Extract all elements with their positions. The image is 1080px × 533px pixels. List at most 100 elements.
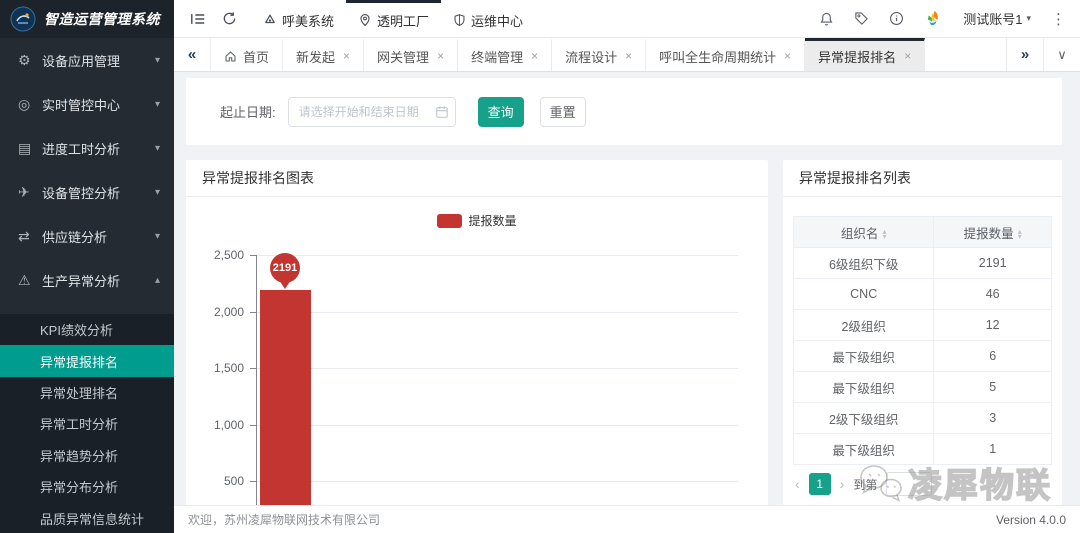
sidebar-submenu: KPI绩效分析异常提报排名异常处理排名异常工时分析异常趋势分析异常分布分析品质异… (0, 314, 174, 533)
sidebar-group-供应链分析[interactable]: ⇄供应链分析▾ (0, 214, 174, 258)
sidebar-subitem-KPI绩效分析[interactable]: KPI绩效分析 (0, 314, 174, 345)
chevron-down-icon: ∨ (1057, 47, 1067, 63)
refresh-icon[interactable] (222, 11, 237, 26)
chart-gridline (256, 312, 738, 313)
current-page-button[interactable]: 1 (809, 473, 831, 495)
supply-icon: ⇄ (18, 228, 42, 245)
table-cell: 6 (934, 341, 1052, 372)
user-menu[interactable]: 测试账号1 ▾ (963, 9, 1031, 28)
caret-down-icon: ▾ (882, 234, 886, 239)
date-range-wrap (288, 97, 456, 127)
topbar: 呼美系统透明工厂运维中心 测试账号1 ▾ (174, 0, 1080, 38)
chart-ytick-label: 1,000 (186, 418, 244, 432)
sidebar-subitem-异常处理排名[interactable]: 异常处理排名 (0, 377, 174, 408)
jump-page-input[interactable] (886, 472, 932, 496)
sidebar-subitem-异常工时分析[interactable]: 异常工时分析 (0, 408, 174, 439)
tab-首页[interactable]: 首页 (211, 38, 283, 71)
info-icon[interactable] (889, 11, 904, 26)
sort-icon[interactable]: ▴▾ (1018, 229, 1022, 239)
app-title: 智造运营管理系统 (44, 9, 160, 29)
table-cell: 2级组织 (794, 310, 934, 341)
sidebar-group-label: 生产异常分析 (42, 271, 155, 290)
caret-up-icon: ▴ (155, 275, 160, 286)
tab-流程设计[interactable]: 流程设计× (552, 38, 646, 71)
topbar-nav: 呼美系统透明工厂运维中心 (251, 0, 535, 37)
chevron-down-icon: ▾ (1026, 13, 1031, 24)
chart-ytick-label: 1,500 (186, 361, 244, 375)
sidebar-group-label: 设备应用管理 (42, 51, 155, 70)
table-cell: 2级下级组织 (794, 403, 934, 434)
sidebar-subitem-异常趋势分析[interactable]: 异常趋势分析 (0, 440, 174, 471)
date-range-label: 起止日期: (220, 102, 276, 121)
tabs-bar: « 首页新发起×网关管理×终端管理×流程设计×呼叫全生命周期统计×异常提报排名×… (174, 38, 1080, 72)
tab-新发起[interactable]: 新发起× (283, 38, 364, 71)
close-icon[interactable]: × (784, 49, 791, 63)
rank-table-header-row: 组织名▴▾ 提报数量 ▴▾ (794, 217, 1052, 248)
prev-page-icon[interactable]: ‹ (795, 476, 800, 492)
close-icon[interactable]: × (531, 49, 538, 63)
tabs-scroll-right-button[interactable]: » (1006, 38, 1043, 71)
chart-data-label: 2191 (270, 253, 300, 283)
column-header-提报数量[interactable]: 提报数量 ▴▾ (934, 217, 1052, 248)
topnav-透明工厂[interactable]: 透明工厂 (346, 0, 441, 37)
tab-呼叫全生命周期统计[interactable]: 呼叫全生命周期统计× (646, 38, 805, 71)
column-header-组织名[interactable]: 组织名▴▾ (794, 217, 934, 248)
sidebar-subitem-异常提报排名[interactable]: 异常提报排名 (0, 345, 174, 376)
bell-icon[interactable] (819, 11, 834, 27)
collapse-menu-icon[interactable] (190, 12, 206, 26)
tab-异常提报排名[interactable]: 异常提报排名× (805, 38, 925, 71)
date-range-input[interactable] (288, 97, 456, 127)
monitor-icon: ◎ (18, 96, 42, 113)
topnav-呼美系统[interactable]: 呼美系统 (251, 0, 346, 37)
pagination: ‹ 1 › 到第 (795, 472, 932, 496)
close-icon[interactable]: × (625, 49, 632, 63)
close-icon[interactable]: × (437, 49, 444, 63)
close-icon[interactable]: × (343, 49, 350, 63)
chart-bar[interactable] (260, 290, 311, 533)
rocket-icon: ✈ (18, 184, 42, 201)
caret-down-icon: ▾ (155, 99, 160, 110)
chart-data-label-tail (279, 280, 291, 295)
table-cell: 2191 (934, 248, 1052, 279)
sidebar-group-实时管控中心[interactable]: ◎实时管控中心▾ (0, 82, 174, 126)
topnav-label: 呼美系统 (282, 11, 334, 30)
tabs-scroll-left-button[interactable]: « (174, 38, 211, 71)
table-cell: 最下级组织 (794, 341, 934, 372)
sidebar-group-进度工时分析[interactable]: ▤进度工时分析▾ (0, 126, 174, 170)
sidebar-subitem-品质异常信息统计[interactable]: 品质异常信息统计 (0, 502, 174, 533)
tab-终端管理[interactable]: 终端管理× (458, 38, 552, 71)
shield-icon (453, 13, 466, 27)
sidebar-menu: ⚙设备应用管理▾◎实时管控中心▾▤进度工时分析▾✈设备管控分析▾⇄供应链分析▾⚠… (0, 38, 174, 302)
table-row: 最下级组织1 (794, 434, 1052, 465)
reset-button[interactable]: 重置 (540, 97, 586, 127)
sidebar-group-生产异常分析[interactable]: ⚠生产异常分析▴ (0, 258, 174, 302)
chart-gridline (256, 368, 738, 369)
more-options-icon[interactable]: ⋮ (1051, 10, 1066, 28)
tabs-collapse-button[interactable]: ∨ (1043, 38, 1080, 71)
chart-ytick-label: 2,000 (186, 305, 244, 319)
legend-label: 提报数量 (468, 212, 516, 229)
caret-down-icon: ▾ (155, 231, 160, 242)
tag-icon[interactable] (854, 11, 869, 26)
calendar-icon (435, 105, 449, 122)
chart-legend[interactable]: 提报数量 (186, 212, 768, 229)
sidebar-group-设备管控分析[interactable]: ✈设备管控分析▾ (0, 170, 174, 214)
welcome-text: 欢迎，苏州凌犀物联网技术有限公司 (188, 511, 380, 528)
table-row: CNC46 (794, 279, 1052, 310)
close-icon[interactable]: × (904, 49, 911, 63)
column-header-label: 提报数量 (964, 227, 1014, 241)
table-row: 2级下级组织3 (794, 403, 1052, 434)
sidebar-group-label: 实时管控中心 (42, 95, 155, 114)
brand-flame-icon (924, 9, 943, 28)
sidebar-group-设备应用管理[interactable]: ⚙设备应用管理▾ (0, 38, 174, 82)
search-button[interactable]: 查询 (478, 97, 524, 127)
table-cell: 最下级组织 (794, 372, 934, 403)
tab-网关管理[interactable]: 网关管理× (364, 38, 458, 71)
rank-list-title: 异常提报排名列表 (783, 160, 1062, 197)
sort-icon[interactable]: ▴▾ (882, 229, 886, 239)
tab-label: 首页 (243, 47, 269, 66)
next-page-icon[interactable]: › (840, 476, 845, 492)
topnav-运维中心[interactable]: 运维中心 (441, 0, 535, 37)
sidebar-subitem-异常分布分析[interactable]: 异常分布分析 (0, 471, 174, 502)
home-icon (224, 50, 237, 63)
